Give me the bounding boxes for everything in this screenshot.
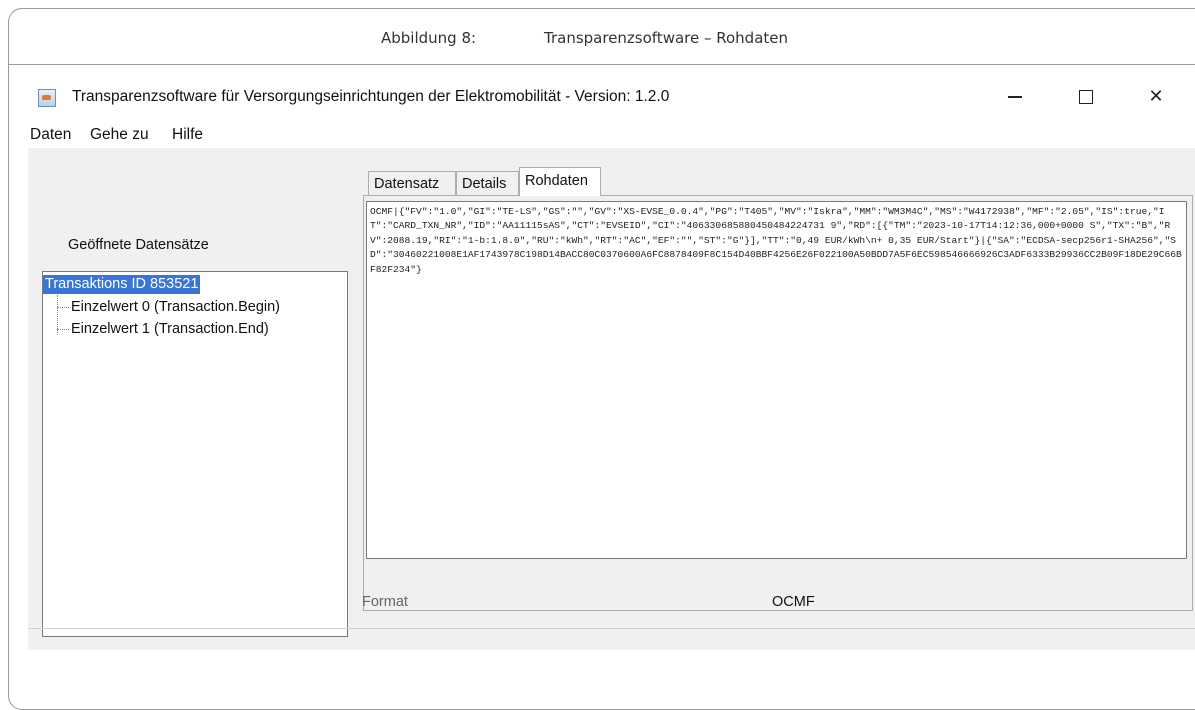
menu-daten[interactable]: Daten <box>30 126 71 144</box>
tree-item-label: Einzelwert 1 (Transaction.End) <box>71 321 269 337</box>
records-tree[interactable]: Transaktions ID 853521 Einzelwert 0 (Tra… <box>42 271 348 637</box>
title-bar[interactable]: Transparenzsoftware für Versorgungseinri… <box>28 76 1195 118</box>
tree-root-transaction[interactable]: Transaktions ID 853521 <box>43 275 201 294</box>
tree-item-begin[interactable]: Einzelwert 0 (Transaction.Begin) <box>57 298 280 316</box>
window-title: Transparenzsoftware für Versorgungseinri… <box>72 88 670 105</box>
menu-hilfe[interactable]: Hilfe <box>172 126 203 144</box>
application-window: Transparenzsoftware für Versorgungseinri… <box>28 76 1195 650</box>
divider <box>28 628 1195 629</box>
minimize-icon <box>1008 96 1022 98</box>
java-app-icon <box>38 89 56 107</box>
caption-label: Abbildung 8: <box>381 29 477 47</box>
figure-caption: Abbildung 8: Transparenzsoftware – Rohda… <box>9 9 1195 65</box>
tab-datensatz[interactable]: Datensatz <box>368 171 456 195</box>
menu-gehe-zu[interactable]: Gehe zu <box>90 126 149 144</box>
maximize-icon <box>1079 90 1093 104</box>
close-button[interactable]: ✕ <box>1136 82 1176 112</box>
format-value: OCMF <box>772 594 815 610</box>
maximize-button[interactable] <box>1066 82 1106 112</box>
tree-item-label: Einzelwert 0 (Transaction.Begin) <box>71 299 280 315</box>
tree-item-end[interactable]: Einzelwert 1 (Transaction.End) <box>57 320 269 338</box>
close-icon: ✕ <box>1148 86 1164 107</box>
raw-data-textarea[interactable]: OCMF|{"FV":"1.0","GI":"TE-LS","GS":"","G… <box>366 201 1187 559</box>
format-label: Format <box>362 594 408 610</box>
opened-records-label: Geöffnete Datensätze <box>68 237 209 253</box>
caption-text: Transparenzsoftware – Rohdaten <box>544 29 789 47</box>
tab-rohdaten[interactable]: Rohdaten <box>519 167 601 196</box>
menu-bar: Daten Gehe zu Hilfe <box>28 118 1195 148</box>
tab-details[interactable]: Details <box>456 171 519 195</box>
minimize-button[interactable] <box>995 82 1035 112</box>
